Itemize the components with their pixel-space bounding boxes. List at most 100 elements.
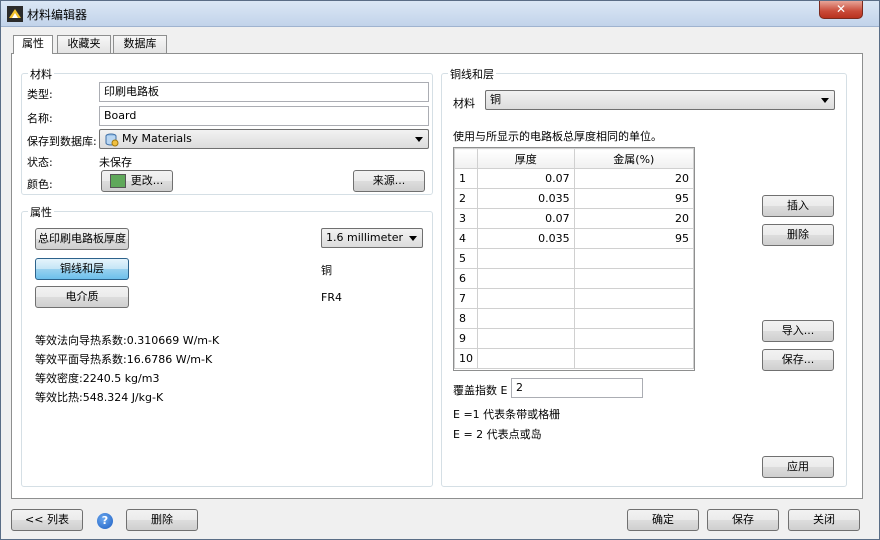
database-icon: [105, 133, 119, 147]
row-number[interactable]: 8: [454, 308, 478, 329]
type-label: 类型:: [27, 88, 53, 101]
row-number[interactable]: 3: [454, 208, 478, 229]
row-number[interactable]: 1: [454, 168, 478, 189]
dielectric-button[interactable]: 电介质: [35, 286, 129, 308]
table-row[interactable]: 6: [454, 268, 695, 289]
copper-material-label: 材料: [453, 97, 475, 110]
save-layers-button[interactable]: 保存...: [762, 349, 834, 371]
table-row[interactable]: 4 0.035 95: [454, 228, 695, 249]
delete-row-button[interactable]: 删除: [762, 224, 834, 246]
row-number[interactable]: 9: [454, 328, 478, 349]
table-row[interactable]: 2 0.035 95: [454, 188, 695, 209]
table-row[interactable]: 3 0.07 20: [454, 208, 695, 229]
metal-percent-cell[interactable]: [573, 288, 695, 309]
total-pcb-thickness-button[interactable]: 总印刷电路板厚度: [35, 228, 129, 250]
window-title: 材料编辑器: [27, 8, 88, 22]
metal-percent-cell[interactable]: 95: [573, 188, 695, 209]
column-header-metal[interactable]: 金属(%): [573, 148, 695, 169]
insert-row-button[interactable]: 插入: [762, 195, 834, 217]
layers-table[interactable]: 厚度 金属(%) 1 0.07 20 2 0.035 95 3 0.07 20 4 0.035 95 5…: [453, 147, 695, 371]
thickness-cell[interactable]: [477, 248, 575, 269]
row-number[interactable]: 4: [454, 228, 478, 249]
apply-button[interactable]: 应用: [762, 456, 834, 478]
tab-favorites[interactable]: 收藏夹: [57, 35, 111, 53]
name-label: 名称:: [27, 112, 53, 125]
thickness-cell[interactable]: [477, 328, 575, 349]
save-to-database-dropdown[interactable]: My Materials: [99, 129, 429, 149]
metal-percent-cell[interactable]: [573, 268, 695, 289]
name-field[interactable]: Board: [99, 106, 429, 126]
copper-layers-group-title: 铜线和层: [448, 66, 496, 82]
copper-value: 铜: [321, 264, 332, 277]
thickness-dropdown[interactable]: 1.6 millimeter: [321, 228, 423, 248]
help-icon[interactable]: ?: [97, 513, 113, 529]
table-row[interactable]: 8: [454, 308, 695, 329]
thickness-cell[interactable]: 0.035: [477, 228, 575, 249]
app-icon: [7, 6, 23, 22]
delete-material-button[interactable]: 删除: [126, 509, 198, 531]
column-header-thickness[interactable]: 厚度: [477, 148, 575, 169]
metal-percent-cell[interactable]: [573, 348, 695, 369]
source-button[interactable]: 来源...: [353, 170, 425, 192]
table-row[interactable]: 9: [454, 328, 695, 349]
change-color-button[interactable]: 更改...: [101, 170, 173, 192]
color-label: 颜色:: [27, 178, 53, 191]
properties-group: 属性: [21, 204, 433, 487]
thickness-cell[interactable]: 0.07: [477, 168, 575, 189]
metal-percent-cell[interactable]: [573, 248, 695, 269]
thickness-cell[interactable]: [477, 308, 575, 329]
table-row[interactable]: 10: [454, 348, 695, 369]
copper-and-layers-button[interactable]: 铜线和层: [35, 258, 129, 280]
metal-percent-cell[interactable]: 20: [573, 208, 695, 229]
row-number[interactable]: 5: [454, 248, 478, 269]
properties-group-title: 属性: [28, 204, 54, 220]
material-group-title: 材料: [28, 66, 54, 82]
metal-percent-cell[interactable]: 20: [573, 168, 695, 189]
metal-percent-cell[interactable]: [573, 308, 695, 329]
close-window-button[interactable]: ✕: [819, 1, 863, 19]
metal-percent-cell[interactable]: [573, 328, 695, 349]
table-row[interactable]: 5: [454, 248, 695, 269]
thickness-cell[interactable]: 0.07: [477, 208, 575, 229]
metal-percent-cell[interactable]: 95: [573, 228, 695, 249]
tab-properties[interactable]: 属性: [13, 35, 53, 54]
color-swatch: [110, 174, 126, 188]
coverage-exponent-field[interactable]: 2: [511, 378, 643, 398]
chevron-down-icon: [821, 98, 829, 103]
row-number[interactable]: 10: [454, 348, 478, 369]
coverage-exponent-label: 覆盖指数 E: [453, 384, 508, 397]
row-number[interactable]: 6: [454, 268, 478, 289]
close-button[interactable]: 关闭: [788, 509, 860, 531]
thickness-cell[interactable]: [477, 268, 575, 289]
stat-specific-heat: 等效比热:548.324 J/kg-K: [35, 391, 164, 404]
stat-normal-conductivity: 等效法向导热系数:0.310669 W/m-K: [35, 334, 220, 347]
stat-density: 等效密度:2240.5 kg/m3: [35, 372, 160, 385]
thickness-cell[interactable]: [477, 348, 575, 369]
list-button[interactable]: << 列表: [11, 509, 83, 531]
thickness-value: 1.6 millimeter: [326, 231, 404, 244]
thickness-cell[interactable]: 0.035: [477, 188, 575, 209]
save-button[interactable]: 保存: [707, 509, 779, 531]
copper-material-dropdown[interactable]: 铜: [485, 90, 835, 110]
import-button[interactable]: 导入...: [762, 320, 834, 342]
row-number[interactable]: 2: [454, 188, 478, 209]
save-to-database-label: 保存到数据库:: [27, 135, 97, 148]
title-bar[interactable]: 材料编辑器 ✕: [1, 1, 879, 27]
state-value: 未保存: [99, 156, 132, 169]
ok-button[interactable]: 确定: [627, 509, 699, 531]
row-number[interactable]: 7: [454, 288, 478, 309]
material-editor-window: 材料编辑器 ✕ 属性 收藏夹 数据库 材料 类型: 印刷电路板 名称: Boar…: [0, 0, 880, 540]
table-row[interactable]: 7: [454, 288, 695, 309]
save-to-database-value: My Materials: [122, 132, 192, 145]
thickness-cell[interactable]: [477, 288, 575, 309]
table-row[interactable]: 1 0.07 20: [454, 168, 695, 189]
type-field[interactable]: 印刷电路板: [99, 82, 429, 102]
change-color-label: 更改...: [130, 174, 164, 187]
coverage-note-1: E =1 代表条带或格栅: [453, 408, 561, 421]
chevron-down-icon: [409, 236, 417, 241]
chevron-down-icon: [415, 137, 423, 142]
state-label: 状态:: [27, 156, 53, 169]
tab-database[interactable]: 数据库: [113, 35, 167, 53]
units-hint: 使用与所显示的电路板总厚度相同的单位。: [453, 130, 662, 143]
dielectric-value: FR4: [321, 291, 342, 304]
